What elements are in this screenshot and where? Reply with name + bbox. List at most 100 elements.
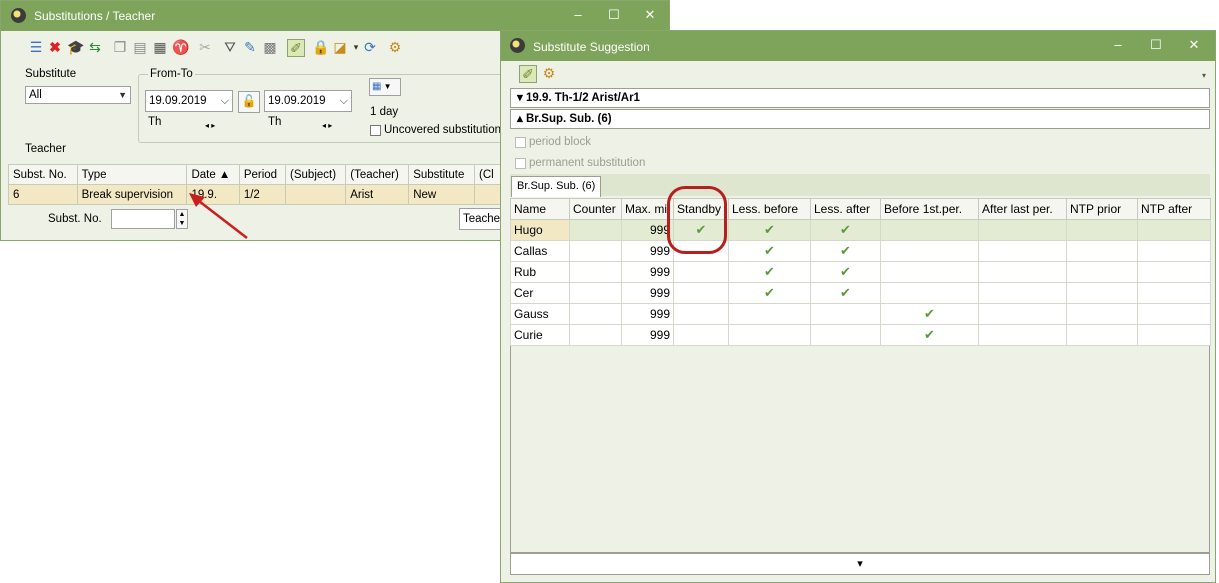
check-icon-cell[interactable] — [728, 324, 811, 346]
table-cell[interactable]: 999 — [621, 240, 674, 262]
column-header[interactable]: After last per. — [978, 198, 1067, 220]
table-cell[interactable] — [569, 219, 622, 241]
refresh-icon[interactable]: ⟳ — [362, 39, 378, 55]
table-cell[interactable] — [1137, 303, 1211, 325]
teacher-name-cell[interactable]: Cer — [510, 282, 570, 304]
maximize-button[interactable]: ☐ — [597, 1, 631, 31]
table-cell[interactable] — [1137, 282, 1211, 304]
from-date-picker[interactable]: 19.09.2019 ⌵ — [145, 90, 233, 112]
table-cell[interactable] — [1137, 219, 1211, 241]
table-cell[interactable]: 999 — [621, 219, 674, 241]
table-cell[interactable] — [569, 261, 622, 283]
subst-no-input[interactable] — [111, 209, 175, 229]
tools-icon[interactable]: ✂ — [197, 39, 213, 55]
check-icon-cell[interactable] — [673, 324, 729, 346]
lock-icon[interactable]: 🔒 — [312, 39, 329, 55]
table-cell[interactable]: 999 — [621, 303, 674, 325]
person-edit-icon[interactable]: ✎ — [242, 39, 258, 55]
check-icon-cell[interactable]: ✔ — [810, 261, 881, 283]
check-icon-cell[interactable]: ✔ — [810, 219, 881, 241]
list-icon[interactable]: ☰ — [28, 39, 44, 55]
lesson-header-bar[interactable]: ▾ 19.9. Th-1/2 Arist/Ar1 — [510, 88, 1210, 108]
table-cell[interactable] — [978, 240, 1067, 262]
title-bar[interactable]: Substitute Suggestion – ☐ ✕ — [501, 31, 1215, 61]
check-icon-cell[interactable]: ✔ — [728, 261, 811, 283]
table-cell[interactable] — [474, 184, 501, 205]
settings-gear-icon[interactable]: ⚙ — [387, 39, 403, 55]
grid-settings-icon[interactable]: ▩ — [262, 39, 278, 55]
paste-icon[interactable]: ▤ — [132, 39, 148, 55]
delete-icon[interactable]: ✖ — [47, 39, 63, 55]
check-icon-cell[interactable] — [880, 282, 979, 304]
settings-gear-icon[interactable]: ⚙ — [541, 65, 557, 81]
from-day-arrows[interactable]: ◂ ▸ — [205, 121, 215, 130]
column-header[interactable]: Less. after — [810, 198, 881, 220]
title-bar[interactable]: Substitutions / Teacher – ☐ ✕ — [1, 1, 669, 31]
filter-icon[interactable]: ⛛ — [222, 39, 238, 55]
check-icon-cell[interactable] — [880, 219, 979, 241]
table-cell[interactable]: 999 — [621, 261, 674, 283]
check-icon-cell[interactable]: ✔ — [880, 303, 979, 325]
uncovered-checkbox[interactable] — [370, 125, 381, 136]
table-cell[interactable] — [978, 303, 1067, 325]
column-header[interactable]: Substitute — [408, 164, 476, 185]
stethoscope-icon[interactable]: ♈ — [172, 39, 189, 55]
substitute-select[interactable]: All ▼ — [25, 86, 131, 104]
check-icon-cell[interactable] — [810, 324, 881, 346]
teacher-name-cell[interactable]: Rub — [510, 261, 570, 283]
tab-break-supervision[interactable]: Br.Sup. Sub. (6) — [511, 176, 602, 197]
minimize-button[interactable]: – — [1101, 31, 1135, 61]
copy-icon[interactable]: ❐ — [112, 39, 128, 55]
check-icon-cell[interactable] — [673, 282, 729, 304]
table-cell[interactable]: 6 — [8, 184, 78, 205]
table-row[interactable]: Hugo 999 ✔ ✔ ✔ — [510, 219, 1211, 241]
table-cell[interactable]: Arist — [345, 184, 410, 205]
table-cell[interactable]: 999 — [621, 324, 674, 346]
table-cell[interactable] — [569, 282, 622, 304]
column-header[interactable]: Date ▲ — [186, 164, 240, 185]
to-date-picker[interactable]: 19.09.2019 ⌵ — [264, 90, 352, 112]
table-cell[interactable] — [569, 324, 622, 346]
table-cell[interactable] — [978, 324, 1067, 346]
check-icon-cell[interactable]: ✔ — [728, 219, 811, 241]
check-icon-cell[interactable] — [880, 261, 979, 283]
check-icon-cell[interactable] — [810, 303, 881, 325]
table-cell[interactable] — [1066, 261, 1138, 283]
table-cell[interactable] — [1066, 282, 1138, 304]
calendar-period-button[interactable]: ▦ ▼ — [369, 78, 401, 96]
lock-dates-icon[interactable]: 🔓 — [238, 91, 260, 113]
check-icon-cell[interactable]: ✔ — [810, 240, 881, 262]
minimize-button[interactable]: – — [561, 1, 595, 31]
table-cell[interactable] — [1066, 240, 1138, 262]
column-header[interactable]: (Subject) — [285, 164, 347, 185]
table-cell[interactable] — [285, 184, 347, 205]
table-row[interactable]: Cer 999 ✔ ✔ — [510, 282, 1211, 304]
column-header[interactable]: Counter — [569, 198, 622, 220]
table-cell[interactable] — [1066, 303, 1138, 325]
calculator-icon[interactable]: ▦ — [152, 39, 168, 55]
table-cell[interactable] — [978, 282, 1067, 304]
toolbar-overflow-icon[interactable]: ▾ — [1202, 71, 1206, 80]
table-row[interactable]: Curie 999 ✔ — [510, 324, 1211, 346]
substitute-suggestion-icon[interactable]: ✐ — [519, 65, 537, 83]
teacher-name-cell[interactable]: Hugo — [510, 219, 570, 241]
close-button[interactable]: ✕ — [633, 1, 667, 31]
column-header[interactable]: NTP prior — [1066, 198, 1138, 220]
teacher-name-cell[interactable]: Gauss — [510, 303, 570, 325]
print-preview-icon[interactable]: ◪ — [332, 39, 348, 55]
teacher-name-cell[interactable]: Curie — [510, 324, 570, 346]
check-icon-cell[interactable]: ✔ — [728, 282, 811, 304]
table-cell[interactable] — [978, 261, 1067, 283]
maximize-button[interactable]: ☐ — [1139, 31, 1173, 61]
teacher-hat-icon[interactable]: 🎓 — [67, 39, 84, 55]
table-cell[interactable] — [569, 240, 622, 262]
scroll-down-button[interactable]: ▾ — [510, 553, 1210, 575]
column-header[interactable]: Max. mi — [621, 198, 674, 220]
break-supervision-bar[interactable]: ▴ Br.Sup. Sub. (6) — [510, 109, 1210, 129]
close-button[interactable]: ✕ — [1177, 31, 1211, 61]
table-row[interactable]: Callas 999 ✔ ✔ — [510, 240, 1211, 262]
column-header[interactable]: Type — [76, 164, 188, 185]
check-icon-cell[interactable]: ✔ — [728, 240, 811, 262]
column-header[interactable]: (Teacher) — [345, 164, 410, 185]
permanent-substitution-checkbox[interactable] — [515, 158, 526, 169]
